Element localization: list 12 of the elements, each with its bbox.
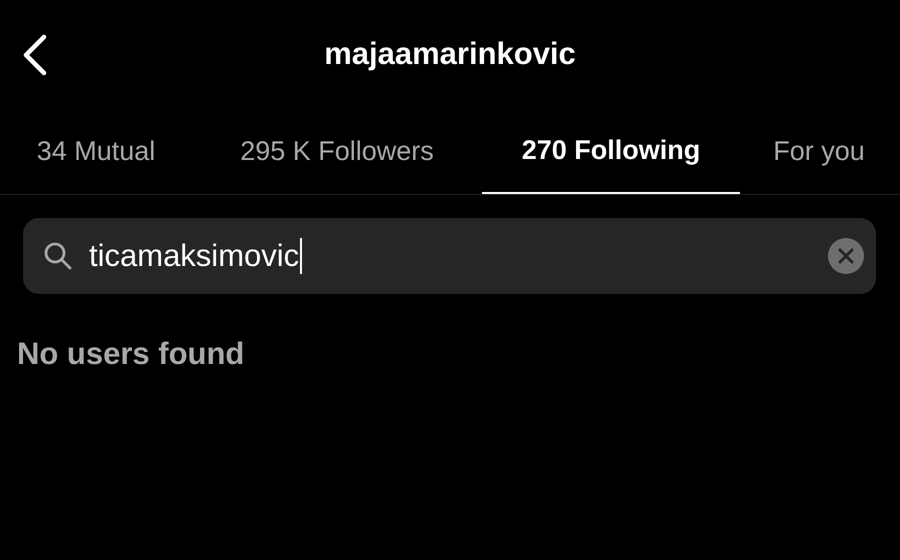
clear-icon[interactable] <box>828 238 864 274</box>
search-icon <box>43 241 73 271</box>
profile-username: majaamarinkovic <box>324 36 576 72</box>
text-cursor <box>300 238 302 274</box>
tab[interactable]: 270 Following <box>482 108 740 194</box>
tab[interactable]: For you <box>740 108 898 194</box>
back-icon[interactable] <box>22 34 48 76</box>
tab[interactable]: 295 K Followers <box>192 108 482 194</box>
search-query: ticamaksimovic <box>89 238 300 274</box>
tab[interactable]: 34 Mutual <box>0 108 192 194</box>
empty-message: No users found <box>17 336 246 372</box>
search-field[interactable]: ticamaksimovic <box>23 218 876 294</box>
